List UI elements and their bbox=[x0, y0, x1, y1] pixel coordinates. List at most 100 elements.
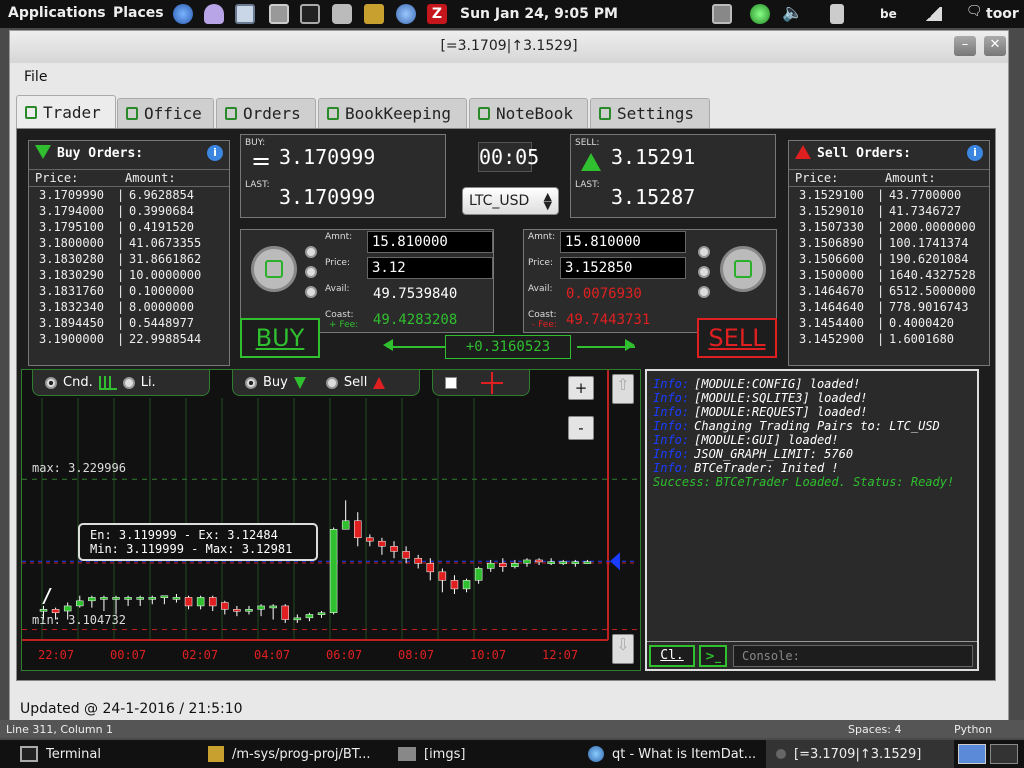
syntax-language[interactable]: Python bbox=[954, 723, 992, 736]
buy-orders-title: Buy Orders: bbox=[57, 146, 144, 161]
taskbar-item-terminal[interactable]: Terminal bbox=[10, 740, 190, 768]
taskbar-item-editor[interactable]: /m-sys/prog-proj/BT... bbox=[198, 740, 386, 768]
editor-icon[interactable] bbox=[364, 4, 384, 24]
sell-option-radio-1[interactable] bbox=[698, 246, 710, 258]
crosshair-icon[interactable] bbox=[481, 371, 503, 394]
sell-option-radio-2[interactable] bbox=[698, 266, 710, 278]
order-row[interactable]: 3.1454400 | 0.4000420 bbox=[789, 315, 989, 331]
order-row[interactable]: 3.1529100 | 43.7700000 bbox=[789, 187, 989, 203]
sell-execute-icon-button[interactable] bbox=[720, 246, 766, 292]
taskbar-item-trader[interactable]: [=3.1709|↑3.1529] bbox=[766, 740, 954, 768]
order-row[interactable]: 3.1452900 | 1.6001680 bbox=[789, 331, 989, 347]
places-menu[interactable]: Places bbox=[113, 5, 164, 21]
checkbox[interactable] bbox=[445, 376, 457, 389]
taskbar-item-browser[interactable]: qt - What is ItemDat... bbox=[578, 740, 768, 768]
order-row[interactable]: 3.1506600 | 190.6201084 bbox=[789, 251, 989, 267]
right-arrow-icon bbox=[625, 339, 635, 351]
clock[interactable]: Sun Jan 24, 9:05 PM bbox=[460, 6, 618, 22]
buy-option-radio-2[interactable] bbox=[305, 266, 317, 278]
globe-icon[interactable] bbox=[173, 4, 193, 24]
order-row[interactable]: 3.1830280 | 31.8661862 bbox=[29, 251, 229, 267]
order-row[interactable]: 3.1500000 | 1640.4327528 bbox=[789, 267, 989, 283]
title-bar[interactable]: [=3.1709|↑3.1529] – ✕ bbox=[10, 31, 1008, 63]
scroll-down-arrow-icon[interactable]: ⇩ bbox=[612, 634, 634, 664]
order-row[interactable]: 3.1464670 | 6512.5000000 bbox=[789, 283, 989, 299]
buy-side-radio[interactable] bbox=[245, 376, 257, 389]
tab-settings[interactable]: Settings bbox=[590, 98, 710, 128]
buy-amount-input[interactable]: 15.810000 bbox=[367, 231, 493, 253]
taskbar-item-files[interactable]: [imgs] bbox=[388, 740, 578, 768]
order-row[interactable]: 3.1464640 | 778.9016743 bbox=[789, 299, 989, 315]
candle-body bbox=[148, 597, 157, 600]
network-icon[interactable] bbox=[396, 4, 416, 24]
sell-amount-input[interactable]: 15.810000 bbox=[560, 231, 686, 253]
chat-icon[interactable]: 🗨 bbox=[966, 4, 983, 19]
zoom-in-button[interactable]: + bbox=[568, 376, 594, 400]
order-price: 3.1800000 bbox=[39, 236, 105, 250]
order-row[interactable]: 3.1506890 | 100.1741374 bbox=[789, 235, 989, 251]
candle-radio[interactable] bbox=[45, 376, 57, 389]
battery-icon[interactable] bbox=[830, 4, 844, 24]
volume-icon[interactable]: 🔈 bbox=[782, 3, 803, 23]
info-icon[interactable]: i bbox=[207, 145, 223, 161]
applications-menu[interactable]: Applications bbox=[8, 5, 106, 21]
order-row[interactable]: 3.1830290 | 10.0000000 bbox=[29, 267, 229, 283]
calculator-icon[interactable] bbox=[269, 4, 289, 24]
screenshot-icon[interactable] bbox=[712, 4, 732, 24]
sell-option-radio-3[interactable] bbox=[698, 286, 710, 298]
sell-price-input[interactable]: 3.152850 bbox=[560, 257, 686, 279]
terminal-prompt-icon[interactable]: >_ bbox=[699, 645, 727, 667]
tab-trader[interactable]: Trader bbox=[16, 95, 116, 128]
workspace-2[interactable] bbox=[990, 744, 1018, 764]
workspace-1[interactable] bbox=[958, 744, 986, 764]
camera-icon[interactable] bbox=[332, 4, 352, 24]
buy-option-radio-1[interactable] bbox=[305, 246, 317, 258]
tab-orders[interactable]: Orders bbox=[216, 98, 316, 128]
keyboard-layout[interactable]: be bbox=[880, 7, 897, 21]
buy-price-input[interactable]: 3.12 bbox=[367, 257, 493, 279]
buy-amount-label: Amnt: bbox=[325, 232, 353, 242]
wifi-signal-icon[interactable] bbox=[924, 7, 942, 21]
order-amount: 41.7346727 bbox=[889, 204, 962, 218]
order-row[interactable]: 3.1794000 | 0.3990684 bbox=[29, 203, 229, 219]
log-tag: Info: bbox=[653, 405, 690, 419]
clear-console-button[interactable]: Cl. bbox=[649, 645, 695, 667]
filezilla-icon[interactable]: Z bbox=[427, 4, 447, 24]
monitor-icon[interactable] bbox=[235, 4, 255, 24]
pair-select[interactable]: LTC_USD ▲ ▼ bbox=[462, 187, 559, 215]
x-tick-label: 10:07 bbox=[470, 648, 506, 662]
user-name[interactable]: toor bbox=[986, 6, 1019, 22]
tab-office[interactable]: Office bbox=[117, 98, 214, 128]
order-row[interactable]: 3.1900000 | 22.9988544 bbox=[29, 331, 229, 347]
minimize-button[interactable]: – bbox=[954, 36, 976, 56]
buy-option-radio-3[interactable] bbox=[305, 286, 317, 298]
line-radio[interactable] bbox=[122, 376, 135, 389]
column-divider: | bbox=[117, 204, 125, 218]
scroll-up-arrow-icon[interactable]: ⇧ bbox=[612, 374, 634, 404]
order-row[interactable]: 3.1831760 | 0.1000000 bbox=[29, 283, 229, 299]
ghost-icon[interactable] bbox=[204, 4, 224, 24]
terminal-icon[interactable] bbox=[300, 4, 320, 24]
update-icon[interactable] bbox=[750, 4, 770, 24]
info-icon[interactable]: i bbox=[967, 145, 983, 161]
order-row[interactable]: 3.1800000 | 41.0673355 bbox=[29, 235, 229, 251]
log-line: Info: JSON_GRAPH_LIMIT: 5760 bbox=[653, 447, 971, 461]
sell-side-radio[interactable] bbox=[325, 376, 338, 389]
candle-body bbox=[76, 600, 84, 607]
buy-execute-icon-button[interactable] bbox=[251, 246, 297, 292]
close-button[interactable]: ✕ bbox=[984, 36, 1006, 56]
console-input[interactable]: Console: bbox=[733, 645, 973, 667]
buy-button[interactable]: BUY bbox=[240, 318, 320, 358]
order-row[interactable]: 3.1507330 | 2000.0000000 bbox=[789, 219, 989, 235]
order-row[interactable]: 3.1832340 | 8.0000000 bbox=[29, 299, 229, 315]
sell-button[interactable]: SELL bbox=[697, 318, 777, 358]
order-row[interactable]: 3.1894450 | 0.5448977 bbox=[29, 315, 229, 331]
tab-notebook[interactable]: NoteBook bbox=[469, 98, 588, 128]
order-row[interactable]: 3.1795100 | 0.4191520 bbox=[29, 219, 229, 235]
order-row[interactable]: 3.1709990 | 6.9628854 bbox=[29, 187, 229, 203]
zoom-out-button[interactable]: - bbox=[568, 416, 594, 440]
order-row[interactable]: 3.1529010 | 41.7346727 bbox=[789, 203, 989, 219]
tab-bookkeeping[interactable]: BookKeeping bbox=[318, 98, 467, 128]
indentation-setting[interactable]: Spaces: 4 bbox=[848, 723, 901, 736]
file-menu[interactable]: File bbox=[24, 69, 47, 85]
